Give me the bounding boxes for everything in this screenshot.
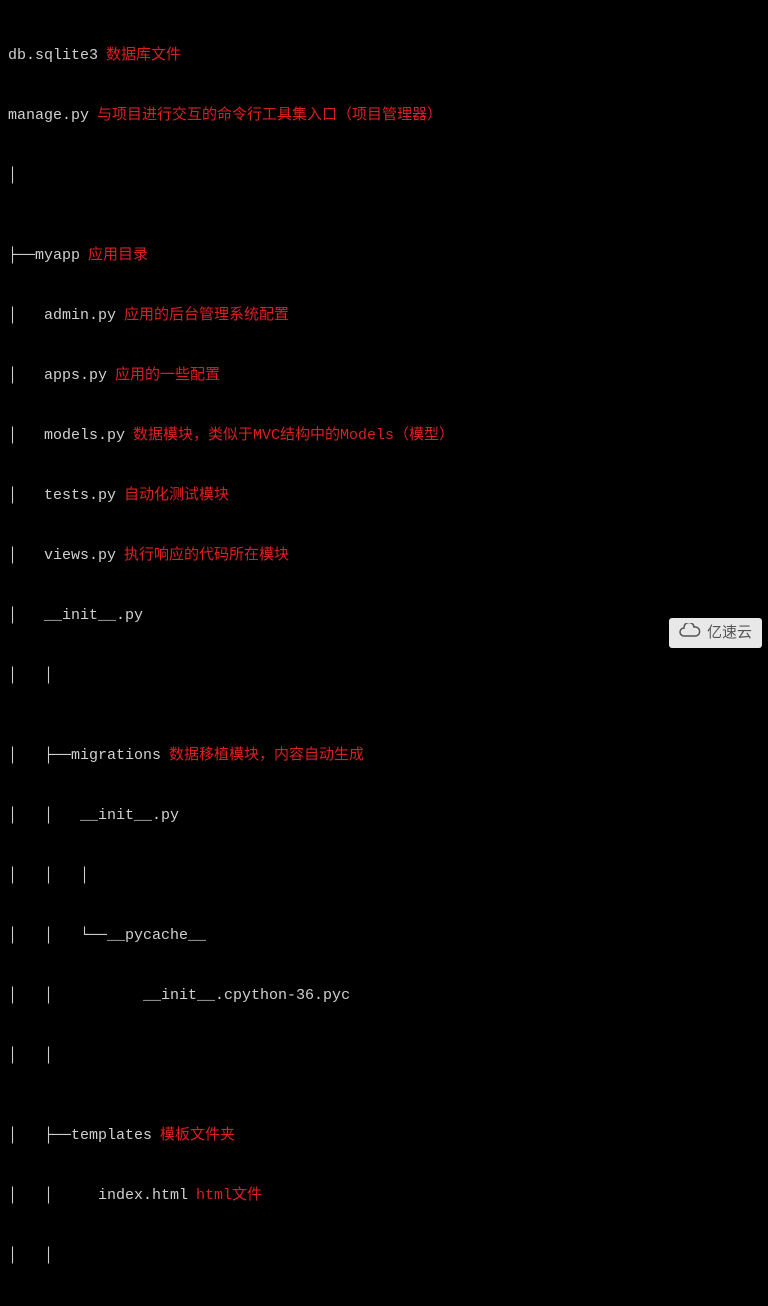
file-item: │ __init__.py bbox=[8, 606, 768, 626]
filename: admin.py bbox=[44, 306, 116, 326]
file-item: │ │ __init__.cpython-36.pyc bbox=[8, 986, 768, 1006]
filename: __init__.cpython-36.pyc bbox=[143, 986, 350, 1006]
annotation: 自动化测试模块 bbox=[124, 486, 229, 506]
tree-gap: │ │ bbox=[8, 1246, 768, 1266]
file-item: │ │ index.html html文件 bbox=[8, 1186, 768, 1206]
annotation: 数据库文件 bbox=[106, 46, 181, 66]
filename: db.sqlite3 bbox=[8, 46, 98, 66]
annotation: 应用的一些配置 bbox=[115, 366, 220, 386]
file-item: db.sqlite3 数据库文件 bbox=[8, 46, 768, 66]
filename: __init__.py bbox=[80, 806, 179, 826]
file-item: │ views.py 执行响应的代码所在模块 bbox=[8, 546, 768, 566]
watermark-text: 亿速云 bbox=[707, 623, 752, 643]
tree-gap: │ │ bbox=[8, 666, 768, 686]
file-item: │ apps.py 应用的一些配置 bbox=[8, 366, 768, 386]
dir-item: │ │ └── __pycache__ bbox=[8, 926, 768, 946]
dirname: migrations bbox=[71, 746, 161, 766]
annotation: 模板文件夹 bbox=[160, 1126, 235, 1146]
filename: __init__.py bbox=[44, 606, 143, 626]
annotation: 执行响应的代码所在模块 bbox=[124, 546, 289, 566]
filename: views.py bbox=[44, 546, 116, 566]
file-tree: db.sqlite3 数据库文件 manage.py 与项目进行交互的命令行工具… bbox=[0, 0, 768, 1306]
filename: index.html bbox=[98, 1186, 188, 1206]
dirname: templates bbox=[71, 1126, 152, 1146]
annotation: 应用目录 bbox=[88, 246, 148, 266]
file-item: │ admin.py 应用的后台管理系统配置 bbox=[8, 306, 768, 326]
annotation: 数据移植模块，内容自动生成 bbox=[169, 746, 364, 766]
dirname: myapp bbox=[35, 246, 80, 266]
file-item: manage.py 与项目进行交互的命令行工具集入口（项目管理器） bbox=[8, 106, 768, 126]
filename: models.py bbox=[44, 426, 125, 446]
file-item: │ tests.py 自动化测试模块 bbox=[8, 486, 768, 506]
dir-item: │ ├── migrations 数据移植模块，内容自动生成 bbox=[8, 746, 768, 766]
filename: manage.py bbox=[8, 106, 89, 126]
tree-gap: │ │ │ bbox=[8, 866, 768, 886]
watermark-badge: 亿速云 bbox=[669, 618, 762, 648]
dir-item: ├── myapp 应用目录 bbox=[8, 246, 768, 266]
filename: tests.py bbox=[44, 486, 116, 506]
tree-gap: │ │ bbox=[8, 1046, 768, 1066]
annotation: 应用的后台管理系统配置 bbox=[124, 306, 289, 326]
dir-item: │ ├── templates 模板文件夹 bbox=[8, 1126, 768, 1146]
annotation: 数据模块，类似于MVC结构中的Models（模型） bbox=[133, 426, 454, 446]
dirname: __pycache__ bbox=[107, 926, 206, 946]
cloud-icon bbox=[679, 623, 701, 643]
tree-gap: │ bbox=[8, 166, 768, 186]
file-item: │ │ __init__.py bbox=[8, 806, 768, 826]
filename: apps.py bbox=[44, 366, 107, 386]
annotation: 与项目进行交互的命令行工具集入口（项目管理器） bbox=[97, 106, 442, 126]
annotation: html文件 bbox=[196, 1186, 262, 1206]
file-item: │ models.py 数据模块，类似于MVC结构中的Models（模型） bbox=[8, 426, 768, 446]
